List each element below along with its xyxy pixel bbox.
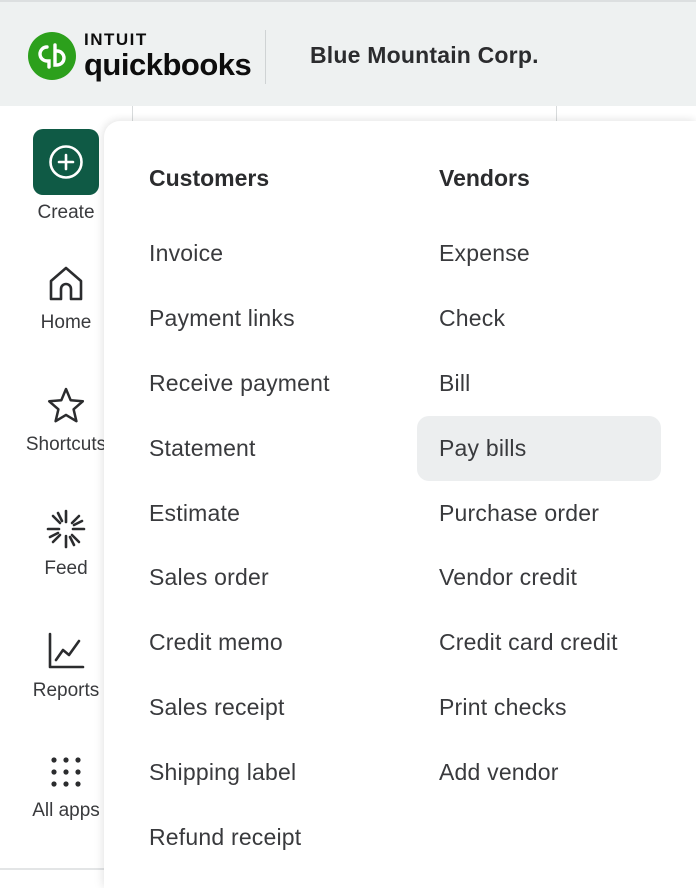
header-divider	[265, 30, 266, 84]
menu-item-receive-payment[interactable]: Receive payment	[149, 370, 330, 397]
menu-item-invoice[interactable]: Invoice	[149, 240, 223, 267]
star-icon	[47, 387, 85, 423]
menu-item-payment-links[interactable]: Payment links	[149, 305, 295, 332]
plus-circle-icon	[49, 145, 83, 179]
top-bar: INTUIT quickbooks Blue Mountain Corp.	[0, 0, 696, 106]
menu-item-add-vendor[interactable]: Add vendor	[439, 759, 559, 786]
menu-item-statement[interactable]: Statement	[149, 435, 256, 462]
menu-item-pay-bills[interactable]: Pay bills	[439, 435, 526, 462]
home-icon	[49, 266, 83, 301]
menu-item-print-checks[interactable]: Print checks	[439, 694, 567, 721]
quickbooks-logo[interactable]: INTUIT quickbooks	[28, 30, 252, 82]
menu-item-vendor-credit[interactable]: Vendor credit	[439, 564, 577, 591]
vendors-heading: Vendors	[439, 165, 530, 191]
menu-item-refund-receipt[interactable]: Refund receipt	[149, 824, 301, 851]
logo-brand-text: INTUIT	[84, 30, 148, 49]
menu-item-estimate[interactable]: Estimate	[149, 500, 240, 527]
menu-item-shipping-label[interactable]: Shipping label	[149, 759, 296, 786]
company-name[interactable]: Blue Mountain Corp.	[310, 42, 539, 69]
menu-item-credit-card-credit[interactable]: Credit card credit	[439, 629, 618, 656]
line-chart-icon	[48, 632, 85, 669]
customers-heading: Customers	[149, 165, 270, 191]
menu-item-sales-receipt[interactable]: Sales receipt	[149, 694, 285, 721]
create-button[interactable]	[33, 129, 99, 195]
background-divider	[556, 106, 557, 122]
logo-product-text: quickbooks	[84, 47, 252, 82]
menu-item-sales-order[interactable]: Sales order	[149, 564, 269, 591]
nav-bottom-divider	[0, 868, 104, 870]
grid-dots-icon	[51, 757, 81, 787]
menu-item-credit-memo[interactable]: Credit memo	[149, 629, 283, 656]
qb-logo-icon	[28, 31, 76, 80]
menu-item-expense[interactable]: Expense	[439, 240, 530, 267]
create-menu-panel: Customers Vendors Invoice Payment links …	[104, 121, 696, 888]
menu-item-check[interactable]: Check	[439, 305, 505, 332]
menu-item-purchase-order[interactable]: Purchase order	[439, 500, 599, 527]
sparkle-icon	[46, 509, 86, 549]
background-divider	[132, 106, 133, 122]
menu-item-bill[interactable]: Bill	[439, 370, 470, 397]
